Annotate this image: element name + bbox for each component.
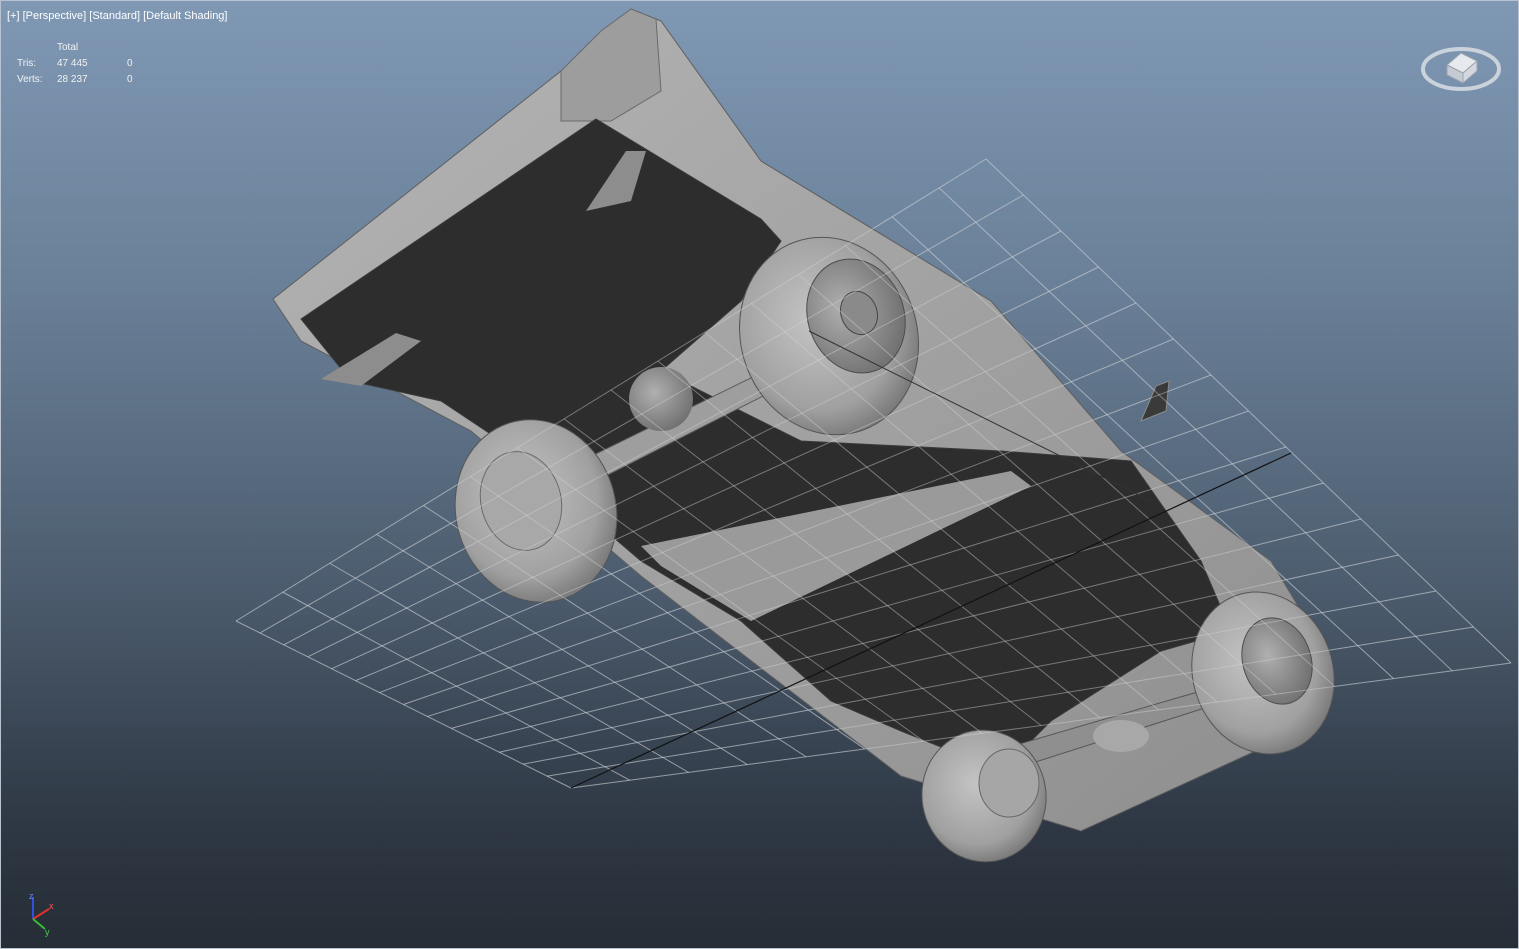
viewport-shading-mode[interactable]: [Default Shading] [143, 10, 227, 22]
viewport-view-mode[interactable]: [Perspective] [23, 10, 87, 22]
stats-total-header: Total [57, 42, 79, 53]
axis-x-label: x [49, 901, 54, 911]
axis-z-label: z [29, 891, 34, 901]
stats-selected: 0 [127, 58, 133, 69]
stats-total: 28 237 [57, 74, 88, 85]
axis-tripod-icon: z x y [29, 891, 54, 937]
perspective-viewport[interactable]: [+] [Perspective] [Standard] [Default Sh… [0, 0, 1519, 949]
viewport-view-style[interactable]: [Standard] [89, 10, 140, 22]
axis-y-label: y [45, 927, 50, 937]
front-differential [1093, 720, 1149, 752]
side-mirror [1140, 380, 1170, 422]
stats-selected: 0 [127, 74, 133, 85]
viewport-menu-plus[interactable]: [+] [7, 10, 20, 22]
viewport-label: [+] [Perspective] [Standard] [Default Sh… [7, 10, 227, 22]
car-model[interactable] [272, 8, 1355, 872]
stats-label: Verts: [17, 74, 43, 85]
stats-total: 47 445 [57, 58, 88, 69]
differential [629, 367, 693, 431]
stats-label: Tris: [17, 58, 37, 69]
viewcube-icon[interactable] [1419, 41, 1503, 93]
scene-canvas[interactable] [1, 1, 1518, 948]
